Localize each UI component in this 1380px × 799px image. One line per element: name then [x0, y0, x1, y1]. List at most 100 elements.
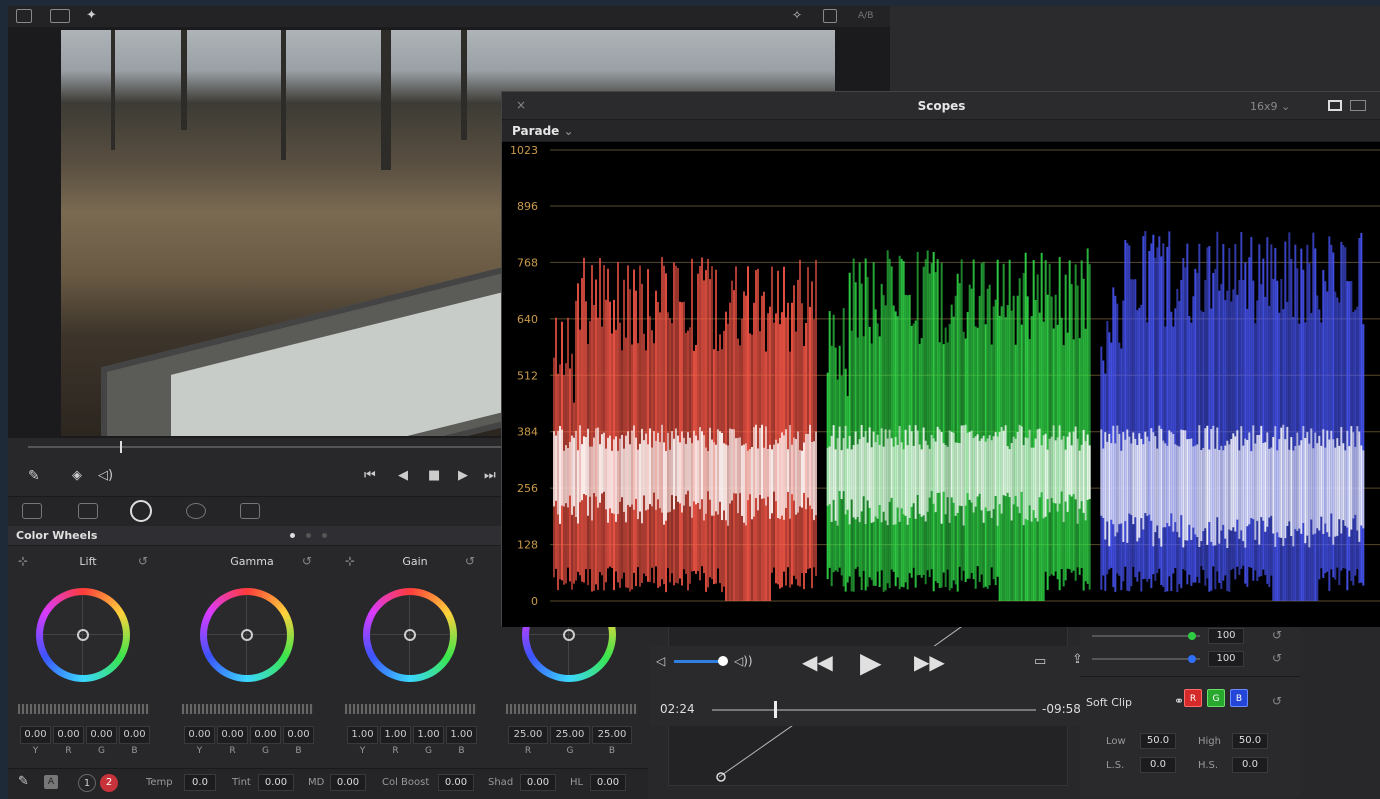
master-wheel-slider[interactable] — [18, 704, 150, 714]
low-label: Low — [1106, 736, 1126, 747]
wheel-handle[interactable] — [241, 629, 253, 641]
auto-balance-icon[interactable]: ✎ — [18, 774, 29, 789]
temp-value[interactable]: 0.0 — [184, 774, 216, 791]
wheel-handle[interactable] — [77, 629, 89, 641]
green-slider[interactable] — [1092, 635, 1200, 637]
blue-value[interactable]: 100 — [1208, 651, 1244, 667]
layers-icon[interactable]: ◈ — [72, 468, 82, 483]
page-dot-active[interactable] — [290, 533, 295, 538]
stop-icon[interactable]: ■ — [428, 468, 440, 483]
master-wheel-slider[interactable] — [182, 704, 314, 714]
value-b[interactable]: 25.00 — [592, 726, 632, 744]
color-wheel[interactable] — [200, 588, 294, 682]
value-r[interactable]: 0.00 — [217, 726, 248, 744]
value-y[interactable]: 1.00 — [347, 726, 378, 744]
page-1-button[interactable]: 1 — [78, 774, 96, 792]
channel-label: R — [524, 746, 532, 756]
wheel-gamma: Gamma ↺ 0.00 0.00 0.00 0.00 Y R G B — [172, 546, 332, 766]
color-wheels-tab-icon[interactable] — [130, 500, 152, 522]
single-view-icon[interactable] — [1328, 100, 1342, 111]
wheel-handle[interactable] — [404, 629, 416, 641]
master-wheel-slider[interactable] — [506, 704, 638, 714]
value-g[interactable]: 1.00 — [413, 726, 444, 744]
reset-icon[interactable]: ↺ — [302, 554, 312, 568]
value-y[interactable]: 0.00 — [20, 726, 51, 744]
value-g[interactable]: 0.00 — [250, 726, 281, 744]
reset-icon[interactable]: ↺ — [1272, 651, 1282, 665]
tint-value[interactable]: 0.00 — [258, 774, 294, 791]
dual-view-icon[interactable] — [1350, 100, 1366, 111]
ls-value[interactable]: 0.0 — [1140, 757, 1176, 773]
progress-track[interactable] — [712, 709, 1036, 711]
sparkle-icon[interactable]: ✧ — [792, 8, 802, 22]
reset-icon[interactable]: ↺ — [1272, 628, 1282, 642]
playhead[interactable] — [120, 441, 122, 453]
value-r[interactable]: 25.00 — [508, 726, 548, 744]
page-2-button[interactable]: 2 — [100, 774, 118, 792]
timeline-scrubber[interactable] — [28, 446, 508, 448]
step-back-icon[interactable]: ◀ — [398, 468, 408, 483]
play-icon[interactable]: ▶ — [458, 468, 468, 483]
value-r[interactable]: 1.00 — [380, 726, 411, 744]
right-top-area — [890, 6, 1380, 96]
aspect-ratio-select[interactable]: 16x9 ⌄ — [1250, 100, 1290, 113]
rgb-mixer-icon[interactable] — [186, 503, 206, 519]
motion-effects-icon[interactable] — [240, 503, 260, 519]
page-dot[interactable] — [306, 533, 311, 538]
airplay-icon[interactable]: ▭ — [1034, 654, 1046, 669]
green-value[interactable]: 100 — [1208, 628, 1244, 644]
volume-slider[interactable] — [674, 660, 720, 663]
link-icon[interactable]: ⚭ — [1174, 694, 1184, 708]
blue-slider[interactable] — [1092, 658, 1200, 660]
value-g[interactable]: 0.00 — [86, 726, 117, 744]
skip-forward-icon[interactable]: ⏭ — [484, 468, 496, 483]
master-wheel-slider[interactable] — [345, 704, 477, 714]
color-match-icon[interactable] — [78, 503, 98, 519]
reset-icon[interactable]: ↺ — [138, 554, 148, 568]
color-wheel[interactable] — [363, 588, 457, 682]
shad-value[interactable]: 0.00 — [520, 774, 556, 791]
volume-icon[interactable]: ◁ — [656, 654, 665, 668]
value-b[interactable]: 1.00 — [446, 726, 477, 744]
volume-handle[interactable] — [718, 656, 728, 666]
ab-toggle[interactable]: A/B — [858, 11, 873, 21]
chip-red[interactable]: R — [1184, 689, 1202, 707]
chip-green[interactable]: G — [1207, 689, 1225, 707]
rewind-icon[interactable]: ◀◀ — [802, 650, 833, 674]
reset-icon[interactable]: ↺ — [1272, 694, 1282, 708]
eyedropper-icon[interactable]: ✎ — [28, 468, 40, 484]
progress-handle[interactable] — [774, 701, 777, 718]
camera-raw-icon[interactable] — [22, 503, 42, 519]
reset-icon[interactable]: ↺ — [465, 554, 475, 568]
volume-max-icon[interactable]: ◁)) — [734, 654, 753, 668]
layout-icon[interactable] — [16, 9, 32, 23]
blue-handle[interactable] — [1188, 655, 1196, 663]
high-value[interactable]: 50.0 — [1232, 733, 1268, 749]
hs-value[interactable]: 0.0 — [1232, 757, 1268, 773]
md-value[interactable]: 0.00 — [330, 774, 366, 791]
chip-blue[interactable]: B — [1230, 689, 1248, 707]
value-b[interactable]: 0.00 — [283, 726, 314, 744]
value-y[interactable]: 0.00 — [184, 726, 215, 744]
value-r[interactable]: 0.00 — [53, 726, 84, 744]
play-button-icon[interactable]: ▶ — [860, 646, 882, 679]
y-tick-label: 768 — [517, 256, 538, 269]
magic-wand-icon[interactable]: ✦ — [86, 8, 97, 23]
skip-back-icon[interactable]: ⏮ — [364, 468, 376, 483]
low-value[interactable]: 50.0 — [1140, 733, 1176, 749]
split-view-icon[interactable] — [50, 9, 70, 23]
green-handle[interactable] — [1188, 632, 1196, 640]
audio-icon[interactable]: ◁) — [98, 468, 113, 483]
colboost-value[interactable]: 0.00 — [438, 774, 474, 791]
hl-value[interactable]: 0.00 — [590, 774, 626, 791]
value-g[interactable]: 25.00 — [550, 726, 590, 744]
compare-icon[interactable] — [823, 9, 837, 23]
auto-icon[interactable]: A — [44, 775, 58, 789]
curve-point[interactable] — [716, 772, 726, 782]
scope-type-select[interactable]: Parade ⌄ — [512, 124, 574, 138]
fast-forward-icon[interactable]: ▶▶ — [914, 650, 945, 674]
wheel-handle[interactable] — [563, 629, 575, 641]
page-dot[interactable] — [322, 533, 327, 538]
color-wheel[interactable] — [36, 588, 130, 682]
value-b[interactable]: 0.00 — [119, 726, 150, 744]
